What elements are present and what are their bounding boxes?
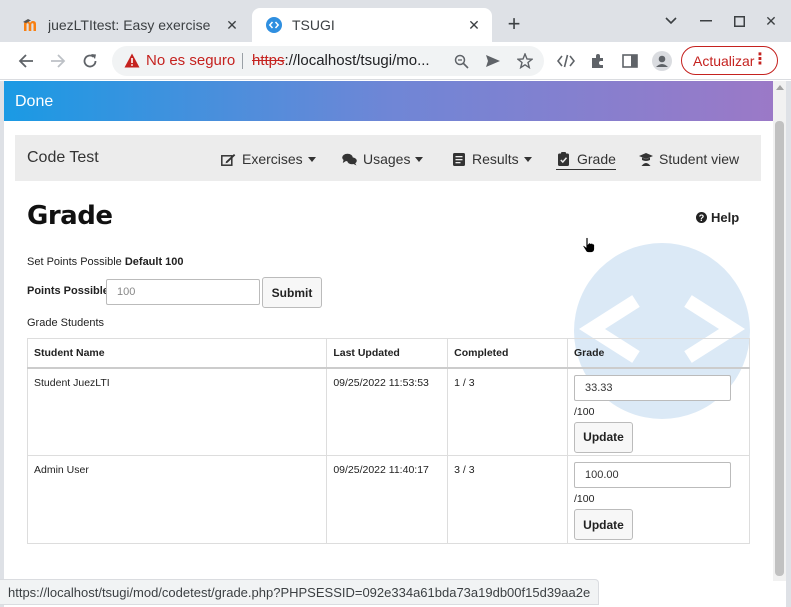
tool-navbar: Code Test Exercises Usages Results Grade… [15, 135, 761, 181]
completed: 3 / 3 [447, 455, 568, 544]
update-label: Actualizar [693, 52, 755, 69]
student-name: Student JuezLTI [26, 367, 328, 456]
url-rest: ://localhost/tsugi/mo... [284, 52, 430, 69]
grade-cell: 33.33 /100 Update [567, 367, 750, 456]
caret-down-icon [523, 156, 532, 162]
last-updated: 09/25/2022 11:40:17 [326, 455, 449, 544]
grade-students-label: Grade Students [27, 317, 105, 329]
submit-button[interactable]: Submit [262, 277, 322, 308]
maximize-icon[interactable] [728, 10, 750, 32]
done-bar: Done [4, 81, 773, 121]
security-label[interactable]: No es seguro [146, 52, 235, 69]
grade-input[interactable]: 100.00 [574, 462, 731, 488]
new-tab-button[interactable]: + [502, 13, 526, 37]
column-header: Grade [567, 338, 750, 369]
brand-title[interactable]: Code Test [27, 149, 99, 167]
update-browser-button[interactable]: Actualizar ⋮ [681, 46, 778, 75]
status-bar-url: https://localhost/tsugi/mod/codetest/gra… [0, 579, 600, 605]
send-icon[interactable] [484, 52, 502, 70]
list-icon [451, 152, 466, 166]
extensions-icon[interactable] [587, 50, 609, 72]
nav-student-view[interactable]: Student view [638, 151, 739, 167]
minimize-icon[interactable] [695, 10, 717, 32]
tab-strip: juezLTItest: Easy exercise ✕ TSUGI ✕ + ✕ [0, 0, 791, 42]
zoom-icon[interactable] [452, 52, 470, 70]
hand-cursor-icon [582, 237, 596, 258]
set-points-label: Set Points Possible [27, 256, 122, 268]
forward-icon[interactable] [46, 49, 70, 73]
tab-title: TSUGI [292, 17, 335, 33]
column-header: Student Name [26, 338, 328, 369]
code-icon[interactable] [555, 50, 577, 72]
tab-title: juezLTItest: Easy exercise [48, 17, 211, 33]
tab-tsugi[interactable]: TSUGI ✕ [252, 8, 492, 42]
url-scheme: https [252, 52, 285, 69]
nav-usages[interactable]: Usages [342, 151, 424, 167]
profile-avatar-icon[interactable] [651, 50, 673, 72]
edit-icon [221, 152, 236, 166]
column-header: Completed [447, 338, 568, 369]
warning-icon[interactable] [124, 53, 140, 73]
page-viewport: Done Code Test Exercises Usages Results [4, 81, 773, 607]
update-grade-button[interactable]: Update [574, 421, 633, 453]
grade-max: /100 [574, 405, 595, 418]
nav-label: Results [472, 151, 519, 167]
table-row: Admin User 09/25/2022 11:40:17 3 / 3 100… [26, 455, 750, 544]
student-icon [638, 152, 653, 166]
bookmark-star-icon[interactable] [516, 52, 534, 70]
side-panel-icon[interactable] [619, 50, 641, 72]
reload-icon[interactable] [78, 49, 102, 73]
divider [242, 53, 243, 69]
page-scrollbar[interactable] [773, 81, 786, 581]
help-link[interactable]: ? Help [696, 210, 739, 225]
scroll-up-arrow-icon[interactable] [776, 85, 784, 90]
browser-toolbar: No es seguro https://localhost/tsugi/mo.… [0, 42, 791, 80]
caret-down-icon [307, 156, 316, 162]
table-row: Student JuezLTI 09/25/2022 11:53:53 1 / … [26, 367, 750, 456]
table-header-row: Student Name Last Updated Completed Grad… [26, 338, 750, 369]
nav-label: Grade [577, 151, 616, 167]
nav-results[interactable]: Results [451, 151, 532, 167]
grade-input[interactable]: 33.33 [574, 374, 731, 401]
help-label: Help [711, 210, 740, 225]
scrollbar-thumb[interactable] [775, 121, 784, 576]
moodle-icon [22, 17, 38, 33]
done-link[interactable]: Done [15, 93, 53, 111]
tab-juezltitest[interactable]: juezLTItest: Easy exercise ✕ [8, 8, 250, 42]
completed: 1 / 3 [447, 367, 568, 456]
last-updated: 09/25/2022 11:53:53 [326, 367, 449, 456]
close-window-icon[interactable]: ✕ [760, 10, 782, 32]
tab-search-icon[interactable] [660, 10, 682, 32]
grades-table: Student Name Last Updated Completed Grad… [26, 338, 750, 544]
tsugi-icon [266, 17, 282, 33]
nav-label: Student view [659, 151, 740, 167]
window-frame [786, 81, 791, 607]
clipboard-check-icon [556, 152, 571, 166]
close-tab-icon[interactable]: ✕ [222, 15, 242, 35]
question-circle-icon: ? [696, 212, 707, 223]
url-text[interactable]: https://localhost/tsugi/mo... [252, 52, 440, 69]
student-name: Admin User [26, 455, 328, 544]
nav-label: Exercises [242, 151, 303, 167]
points-possible-input[interactable]: 100 [106, 279, 260, 305]
points-possible-label: Points Possible: [27, 285, 113, 297]
grade-max: /100 [574, 493, 595, 505]
nav-grade[interactable]: Grade [556, 151, 616, 170]
close-tab-icon[interactable]: ✕ [464, 15, 484, 35]
address-bar[interactable]: No es seguro https://localhost/tsugi/mo.… [112, 46, 544, 76]
column-header: Last Updated [326, 338, 449, 369]
update-grade-button[interactable]: Update [574, 509, 633, 540]
set-points-text: Set Points Possible Default 100 [27, 256, 184, 268]
page-title: Grade [27, 201, 113, 231]
nav-exercises[interactable]: Exercises [221, 151, 316, 167]
set-points-default: Default 100 [124, 256, 184, 268]
caret-down-icon [415, 156, 424, 162]
menu-dots-icon[interactable]: ⋮ [752, 52, 768, 68]
comments-icon [342, 152, 357, 166]
nav-label: Usages [363, 151, 411, 167]
back-icon[interactable] [14, 49, 38, 73]
grade-cell: 100.00 /100 Update [567, 455, 750, 544]
